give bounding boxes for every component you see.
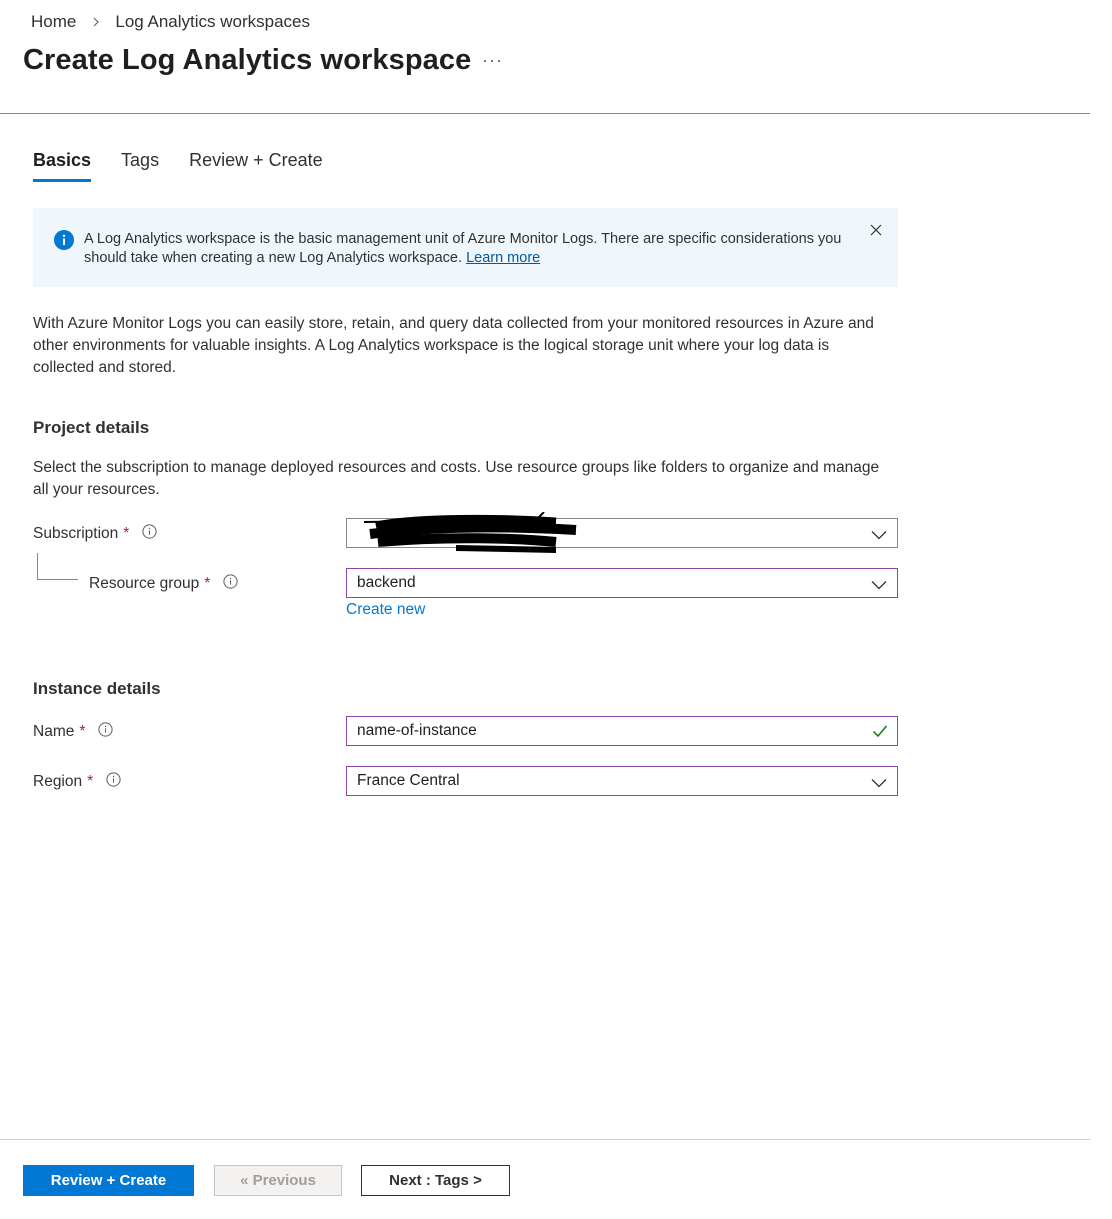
breadcrumb-home[interactable]: Home — [31, 12, 76, 32]
page-title: Create Log Analytics workspace — [23, 44, 472, 76]
resource-group-value: backend — [357, 574, 416, 591]
learn-more-link[interactable]: Learn more — [466, 250, 540, 266]
info-banner-text: A Log Analytics workspace is the basic m… — [84, 230, 854, 268]
breadcrumb: Home Log Analytics workspaces — [31, 12, 310, 32]
chevron-right-icon — [90, 16, 102, 28]
region-dropdown[interactable]: France Central — [346, 766, 898, 796]
tab-review-create[interactable]: Review + Create — [189, 150, 323, 179]
required-marker: * — [79, 723, 86, 740]
chevron-down-icon — [871, 527, 887, 545]
footer-divider — [0, 1139, 1090, 1140]
required-marker: * — [123, 525, 130, 542]
create-workspace-page: Home Log Analytics workspaces Create Log… — [0, 0, 1112, 1219]
tab-tags[interactable]: Tags — [121, 150, 159, 179]
previous-button[interactable]: « Previous — [214, 1165, 342, 1196]
instance-details-heading: Instance details — [33, 679, 161, 698]
info-circle-icon[interactable] — [106, 772, 121, 792]
name-label: Name * — [33, 722, 114, 742]
info-icon — [54, 230, 74, 255]
info-banner: A Log Analytics workspace is the basic m… — [33, 208, 898, 287]
info-circle-icon[interactable] — [142, 524, 157, 544]
redaction-scribble — [363, 512, 577, 553]
required-marker: * — [87, 773, 94, 790]
resource-group-label: Resource group * — [89, 574, 238, 594]
name-input-value: name-of-instance — [357, 722, 477, 739]
breadcrumb-log-analytics[interactable]: Log Analytics workspaces — [115, 12, 310, 32]
tab-bar: Basics Tags Review + Create — [33, 150, 353, 182]
next-tags-button[interactable]: Next : Tags > — [361, 1165, 510, 1196]
resource-group-dropdown[interactable]: backend — [346, 568, 898, 598]
create-new-link[interactable]: Create new — [346, 601, 425, 619]
region-value: France Central — [357, 772, 460, 789]
resource-group-label-text: Resource group — [89, 575, 200, 592]
region-label: Region * — [33, 772, 121, 792]
name-input[interactable]: name-of-instance — [346, 716, 898, 746]
more-options-icon[interactable]: ··· — [482, 50, 503, 71]
info-banner-message: A Log Analytics workspace is the basic m… — [84, 231, 842, 266]
review-create-button[interactable]: Review + Create — [23, 1165, 194, 1196]
required-marker: * — [204, 575, 211, 592]
header-divider — [0, 113, 1090, 114]
chevron-down-icon — [871, 577, 887, 595]
subscription-label: Subscription * — [33, 524, 157, 544]
subscription-label-text: Subscription — [33, 525, 119, 542]
info-circle-icon[interactable] — [223, 574, 238, 594]
tree-connector — [37, 553, 78, 580]
tab-basics[interactable]: Basics — [33, 150, 92, 182]
info-circle-icon[interactable] — [98, 722, 114, 742]
project-details-heading: Project details — [33, 418, 150, 437]
intro-text: With Azure Monitor Logs you can easily s… — [33, 315, 874, 376]
checkmark-icon — [872, 724, 888, 743]
chevron-down-icon — [871, 775, 887, 793]
project-details-description: Select the subscription to manage deploy… — [33, 459, 880, 498]
close-icon[interactable] — [870, 223, 884, 237]
name-label-text: Name — [33, 723, 75, 740]
region-label-text: Region — [33, 773, 83, 790]
